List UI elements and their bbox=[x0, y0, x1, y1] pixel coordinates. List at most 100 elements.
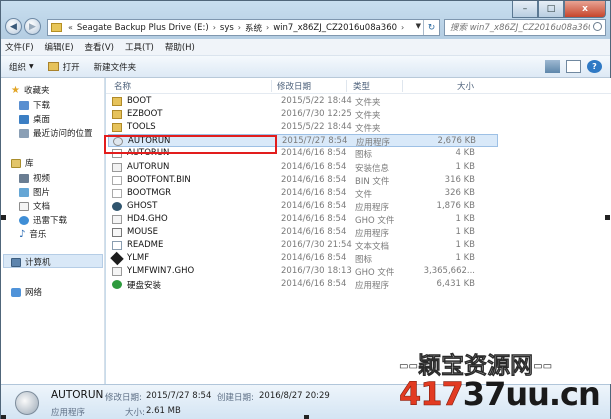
library-icon bbox=[11, 158, 21, 168]
nav-desktop[interactable]: 桌面 bbox=[19, 113, 50, 125]
open-label: 打开 bbox=[62, 62, 80, 73]
back-button[interactable]: ◀ bbox=[5, 18, 22, 35]
file-row[interactable]: BOOTFONT.BIN 2014/6/16 8:54 BIN 文件 316 KB bbox=[108, 174, 498, 187]
details-modified-value: 2015/7/27 8:54 bbox=[146, 391, 212, 401]
forward-button[interactable]: ▶ bbox=[24, 18, 41, 35]
column-header-date[interactable]: 修改日期 bbox=[277, 80, 311, 93]
nav-xunlei[interactable]: 迅雷下载 bbox=[19, 214, 67, 226]
details-created-value: 2016/8/27 20:29 bbox=[259, 391, 330, 401]
file-name: GHOST bbox=[127, 200, 158, 211]
breadcrumb-overflow[interactable]: « bbox=[66, 23, 75, 32]
file-date: 2014/6/16 8:54 bbox=[281, 279, 347, 290]
close-button[interactable]: x bbox=[564, 1, 606, 18]
column-header-name[interactable]: 名称 bbox=[114, 80, 131, 93]
file-row[interactable]: 硬盘安装 2014/6/16 8:54 应用程序 6,431 KB bbox=[108, 278, 498, 291]
file-type: BIN 文件 bbox=[355, 176, 390, 187]
selection-handle bbox=[1, 415, 6, 419]
organize-button[interactable]: 组织 ▼ bbox=[9, 61, 34, 73]
breadcrumb-drive[interactable]: Seagate Backup Plus Drive (E:) bbox=[75, 23, 211, 33]
documents-icon bbox=[19, 201, 29, 211]
file-size: 1 KB bbox=[455, 253, 475, 264]
breadcrumb-current[interactable]: win7_x86ZJ_CZ2016u08a360 bbox=[271, 23, 399, 33]
setup-info-icon bbox=[112, 162, 122, 172]
details-filename: AUTORUN bbox=[51, 389, 104, 401]
file-row[interactable]: HD4.GHO 2014/6/16 8:54 GHO 文件 1 KB bbox=[108, 213, 498, 226]
nav-recent[interactable]: 最近访问的位置 bbox=[19, 127, 93, 139]
search-input[interactable] bbox=[450, 22, 590, 33]
nav-favorites[interactable]: ★ 收藏夹 bbox=[11, 84, 49, 97]
folder-icon bbox=[51, 23, 62, 32]
breadcrumb-sys[interactable]: sys bbox=[218, 23, 236, 33]
file-row[interactable]: GHOST 2014/6/16 8:54 应用程序 1,876 KB bbox=[108, 200, 498, 213]
file-date: 2014/6/16 8:54 bbox=[281, 187, 347, 198]
column-divider[interactable] bbox=[271, 80, 272, 92]
chevron-right-icon[interactable]: › bbox=[399, 23, 406, 32]
search-icon[interactable] bbox=[593, 22, 602, 31]
window-controls: – □ x bbox=[512, 1, 606, 18]
chevron-right-icon[interactable]: › bbox=[236, 23, 243, 32]
chevron-right-icon[interactable]: › bbox=[211, 23, 218, 32]
file-size: 1 KB bbox=[455, 213, 475, 224]
open-button[interactable]: 打开 bbox=[47, 61, 80, 73]
nav-computer[interactable]: 计算机 bbox=[11, 256, 51, 268]
details-type: 应用程序 bbox=[51, 408, 86, 418]
file-row[interactable]: AUTORUN 2014/6/16 8:54 安装信息 1 KB bbox=[108, 161, 498, 174]
preview-pane-icon[interactable] bbox=[566, 60, 581, 73]
breadcrumb-system[interactable]: 系统 bbox=[243, 22, 264, 34]
column-header-type[interactable]: 类型 bbox=[353, 80, 370, 93]
file-date: 2016/7/30 18:13 bbox=[281, 266, 352, 277]
help-icon[interactable]: ? bbox=[587, 60, 602, 73]
computer-icon bbox=[11, 257, 21, 267]
file-row[interactable]: BOOT 2015/5/22 18:44 文件夹 bbox=[108, 95, 498, 108]
file-type: 图标 bbox=[355, 150, 373, 161]
chevron-right-icon[interactable]: › bbox=[264, 23, 271, 32]
column-divider[interactable] bbox=[346, 80, 347, 92]
nav-documents[interactable]: 文档 bbox=[19, 200, 50, 212]
file-type: 文件夹 bbox=[355, 98, 381, 108]
file-row[interactable]: README 2016/7/30 21:54 文本文档 1 KB bbox=[108, 239, 498, 252]
folder-icon bbox=[112, 97, 122, 106]
nav-label: 下载 bbox=[33, 101, 51, 111]
file-row[interactable]: YLMFWIN7.GHO 2016/7/30 18:13 GHO 文件 3,365,6… bbox=[108, 265, 498, 278]
menu-file[interactable]: 文件(F) bbox=[5, 41, 34, 53]
file-date: 2016/7/30 21:54 bbox=[281, 240, 352, 251]
file-type: 应用程序 bbox=[355, 202, 390, 213]
nav-label: 桌面 bbox=[33, 115, 51, 125]
file-type: GHO 文件 bbox=[355, 268, 395, 279]
explorer-window: – □ x ◀ ▶ « Seagate Backup Plus Drive (E… bbox=[0, 0, 611, 419]
nav-music[interactable]: ♪ 音乐 bbox=[19, 228, 46, 240]
menu-tools[interactable]: 工具(T) bbox=[125, 41, 154, 53]
column-header-size[interactable]: 大小 bbox=[457, 80, 474, 93]
menu-edit[interactable]: 编辑(E) bbox=[45, 41, 74, 53]
file-date: 2014/6/16 8:54 bbox=[281, 253, 347, 264]
menu-help[interactable]: 帮助(H) bbox=[165, 41, 195, 53]
nav-pictures[interactable]: 图片 bbox=[19, 186, 50, 198]
minimize-button[interactable]: – bbox=[512, 1, 538, 18]
nav-network[interactable]: 网络 bbox=[11, 286, 42, 298]
ghost-icon bbox=[112, 201, 122, 211]
new-folder-button[interactable]: 新建文件夹 bbox=[94, 61, 137, 73]
file-row[interactable]: EZBOOT 2016/7/30 12:25 文件夹 bbox=[108, 108, 498, 121]
menu-view[interactable]: 查看(V) bbox=[85, 41, 114, 53]
file-row[interactable]: YLMF 2014/6/16 8:54 图标 1 KB bbox=[108, 251, 498, 266]
column-divider[interactable] bbox=[402, 80, 403, 92]
file-row[interactable]: TOOLS 2015/5/22 18:44 文件夹 bbox=[108, 121, 498, 134]
view-options-icon[interactable] bbox=[545, 60, 560, 73]
address-bar[interactable]: « Seagate Backup Plus Drive (E:) › sys ›… bbox=[47, 19, 440, 36]
file-date: 2014/6/16 8:54 bbox=[281, 200, 347, 211]
selection-handle bbox=[1, 215, 6, 220]
refresh-icon[interactable]: ↻ bbox=[423, 20, 439, 35]
desktop-icon bbox=[19, 114, 29, 124]
chevron-down-icon[interactable]: ▼ bbox=[416, 22, 421, 30]
download-folder-icon bbox=[19, 100, 29, 110]
nav-videos[interactable]: 视频 bbox=[19, 172, 50, 184]
command-toolbar: 组织 ▼ 打开 新建文件夹 ? bbox=[1, 56, 610, 78]
search-box[interactable] bbox=[444, 19, 606, 36]
file-row[interactable]: BOOTMGR 2014/6/16 8:54 文件 326 KB bbox=[108, 187, 498, 200]
nav-downloads[interactable]: 下载 bbox=[19, 99, 50, 111]
maximize-button[interactable]: □ bbox=[538, 1, 564, 18]
file-row[interactable]: MOUSE 2014/6/16 8:54 应用程序 1 KB bbox=[108, 226, 498, 239]
nav-libraries[interactable]: 库 bbox=[11, 157, 34, 169]
nav-label: 文档 bbox=[33, 202, 51, 212]
nav-label: 最近访问的位置 bbox=[33, 129, 93, 139]
